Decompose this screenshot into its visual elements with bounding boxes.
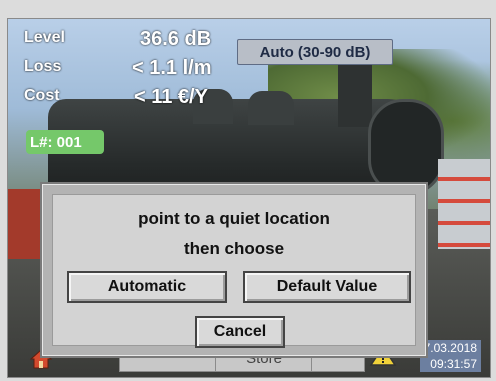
- background-chimney: [338, 57, 372, 127]
- background-boiler-front: [368, 99, 444, 195]
- loss-value: < 1.1 l/m: [132, 57, 212, 79]
- dialog-panel: point to a quiet location then choose Au…: [52, 194, 416, 348]
- background-dome: [248, 91, 294, 125]
- level-label: Level: [24, 29, 65, 46]
- default-value-button[interactable]: Default Value: [243, 271, 411, 303]
- cancel-button[interactable]: Cancel: [195, 316, 285, 348]
- background-railcar: [438, 159, 490, 249]
- location-id-badge[interactable]: L#: 001: [26, 130, 104, 154]
- dialog-message-line1: point to a quiet location: [138, 209, 330, 228]
- datetime-display: 7.03.2018 09:31:57: [419, 340, 481, 372]
- loss-label: Loss: [24, 58, 62, 75]
- time-text: 09:31:57: [430, 357, 477, 371]
- device-frame: Level 36.6 dB Loss < 1.1 l/m Cost < 11 €…: [0, 0, 496, 381]
- cost-label: Cost: [24, 87, 60, 104]
- measurement-mode-button[interactable]: Auto (30-90 dB): [237, 39, 393, 65]
- calibration-dialog: point to a quiet location then choose Au…: [40, 182, 428, 358]
- level-value: 36.6 dB: [140, 28, 212, 50]
- date-text: 7.03.2018: [423, 341, 477, 355]
- dialog-message-line2: then choose: [183, 239, 285, 258]
- automatic-button[interactable]: Automatic: [67, 271, 227, 303]
- cost-value: < 11 €/Y: [134, 86, 208, 108]
